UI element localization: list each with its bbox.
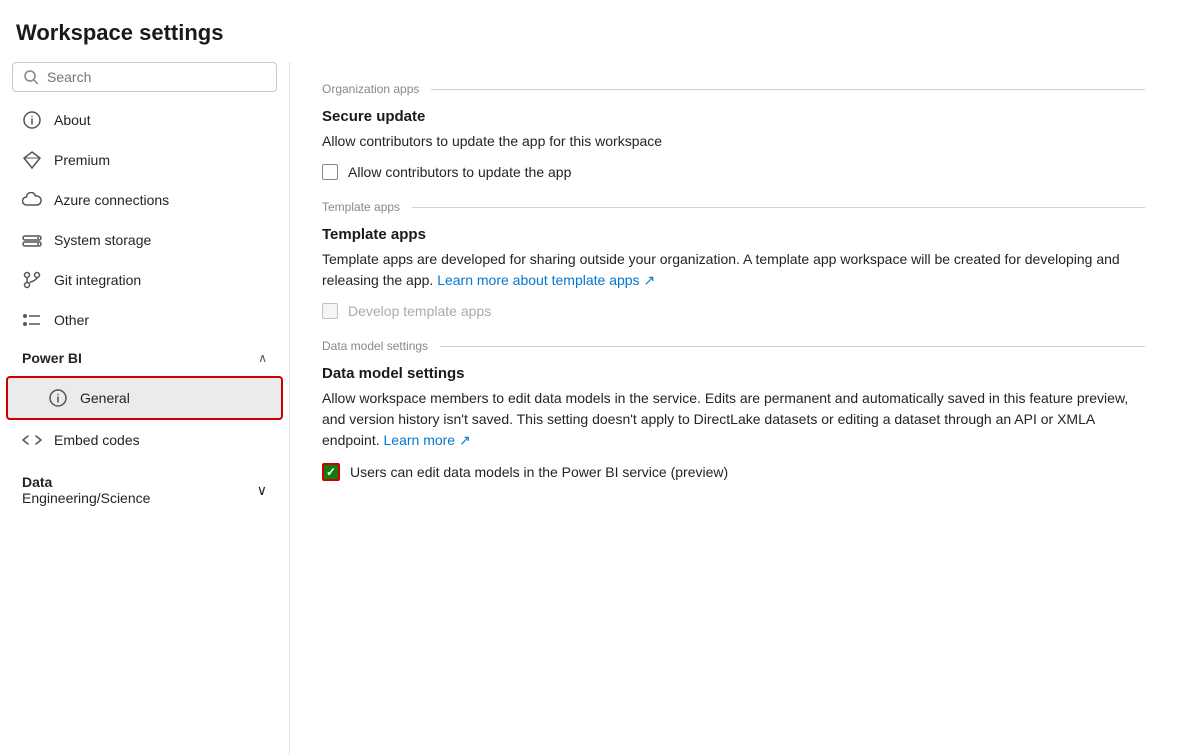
org-apps-divider: Organization apps <box>322 82 1145 96</box>
sidebar-item-git[interactable]: Git integration <box>6 260 283 300</box>
sidebar-item-label-about: About <box>54 112 91 128</box>
data-engineering-title: Data <box>22 474 150 490</box>
sidebar-item-storage[interactable]: System storage <box>6 220 283 260</box>
edit-data-models-checkbox[interactable] <box>322 463 340 481</box>
sidebar-item-label-general: General <box>80 390 130 406</box>
org-apps-label: Organization apps <box>322 82 419 96</box>
data-model-divider: Data model settings <box>322 339 1145 353</box>
edit-data-models-label: Users can edit data models in the Power … <box>350 464 728 480</box>
sidebar-item-embed[interactable]: Embed codes <box>6 420 283 460</box>
sidebar-item-label-other: Other <box>54 312 89 328</box>
data-model-section: Data model settings Allow workspace memb… <box>322 365 1145 481</box>
embed-icon <box>22 430 42 450</box>
power-bi-chevron: ∧ <box>258 351 267 365</box>
sidebar-item-label-premium: Premium <box>54 152 110 168</box>
data-engineering-subtitle: Engineering/Science <box>22 490 150 506</box>
sidebar-item-premium[interactable]: Premium <box>6 140 283 180</box>
sidebar-item-azure[interactable]: Azure connections <box>6 180 283 220</box>
secure-update-title: Secure update <box>322 108 1145 125</box>
sidebar-item-other[interactable]: Other <box>6 300 283 340</box>
allow-contributors-label: Allow contributors to update the app <box>348 164 571 180</box>
storage-icon <box>22 230 42 250</box>
data-engineering-labels: Data Engineering/Science <box>22 474 150 506</box>
template-apps-title: Template apps <box>322 226 1145 243</box>
develop-template-row: Develop template apps <box>322 303 1145 319</box>
develop-template-checkbox <box>322 303 338 319</box>
sidebar-item-label-storage: System storage <box>54 232 151 248</box>
sidebar-item-label-embed: Embed codes <box>54 432 140 448</box>
template-apps-line <box>412 207 1145 208</box>
allow-contributors-row: Allow contributors to update the app <box>322 164 1145 180</box>
sidebar-item-label-azure: Azure connections <box>54 192 169 208</box>
data-engineering-chevron: ∨ <box>257 482 267 499</box>
secure-update-desc: Allow contributors to update the app for… <box>322 131 1145 152</box>
other-icon <box>22 310 42 330</box>
search-icon <box>23 69 39 85</box>
sidebar-item-label-git: Git integration <box>54 272 141 288</box>
develop-template-label: Develop template apps <box>348 303 491 319</box>
template-apps-divider-label: Template apps <box>322 200 400 214</box>
template-apps-learn-more-link[interactable]: Learn more about template apps ↗ <box>437 272 655 288</box>
edit-data-models-row: Users can edit data models in the Power … <box>322 463 1145 481</box>
diamond-icon <box>22 150 42 170</box>
sidebar: About Premium Azure connections <box>0 62 290 755</box>
main-content: Organization apps Secure update Allow co… <box>290 62 1177 755</box>
data-model-divider-label: Data model settings <box>322 339 428 353</box>
data-model-title: Data model settings <box>322 365 1145 382</box>
org-apps-line <box>431 89 1145 90</box>
git-icon <box>22 270 42 290</box>
cloud-icon <box>22 190 42 210</box>
template-apps-divider: Template apps <box>322 200 1145 214</box>
template-apps-desc: Template apps are developed for sharing … <box>322 249 1145 291</box>
secure-update-section: Secure update Allow contributors to upda… <box>322 108 1145 180</box>
data-model-desc: Allow workspace members to edit data mod… <box>322 388 1145 451</box>
page-title: Workspace settings <box>0 0 1177 62</box>
data-model-line <box>440 346 1145 347</box>
search-input[interactable] <box>47 69 266 85</box>
power-bi-section-header[interactable]: Power BI ∧ <box>6 340 283 376</box>
info-icon <box>22 110 42 130</box>
data-model-learn-more-link[interactable]: Learn more ↗ <box>384 432 471 448</box>
template-apps-section: Template apps Template apps are develope… <box>322 226 1145 319</box>
data-engineering-section-header[interactable]: Data Engineering/Science ∨ <box>6 464 283 516</box>
external-link-icon: ↗ <box>643 272 655 288</box>
sidebar-item-general[interactable]: General <box>6 376 283 420</box>
search-box[interactable] <box>12 62 277 92</box>
power-bi-title: Power BI <box>22 350 82 366</box>
allow-contributors-checkbox[interactable] <box>322 164 338 180</box>
data-model-external-icon: ↗ <box>459 432 471 448</box>
general-info-icon <box>48 388 68 408</box>
sidebar-item-about[interactable]: About <box>6 100 283 140</box>
